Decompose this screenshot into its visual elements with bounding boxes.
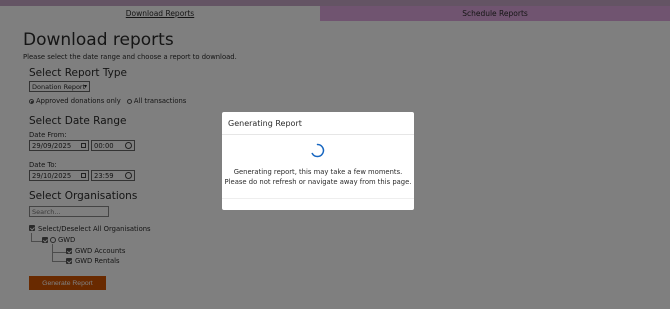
modal-message-line1: Generating report, this may take a few m… [233,168,403,176]
modal-message-line2: Please do not refresh or navigate away f… [224,178,412,186]
modal-divider [222,134,414,135]
modal-title: Generating Report [228,119,302,128]
modal-footer-divider [222,198,414,199]
spinner-icon [311,143,325,158]
generating-report-modal: Generating Report Generating report, thi… [222,112,414,210]
